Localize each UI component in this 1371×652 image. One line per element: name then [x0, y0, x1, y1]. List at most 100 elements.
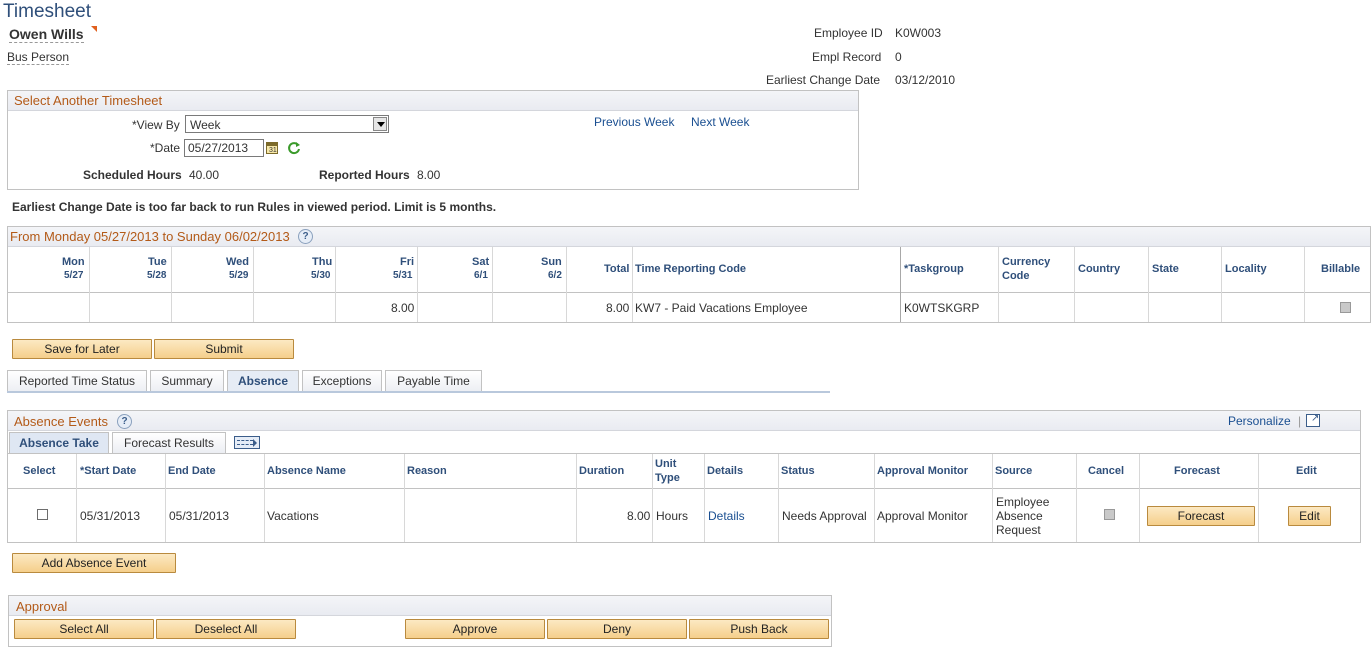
personalize-link[interactable]: Personalize: [1228, 414, 1291, 428]
col-header-select: Select: [23, 465, 56, 477]
view-by-select[interactable]: Week: [185, 115, 389, 133]
absence-col-divider: [264, 454, 265, 542]
trc-cell[interactable]: KW7 - Paid Vacations Employee: [635, 301, 808, 315]
approval-title: Approval: [16, 599, 68, 614]
absence-events-header: Absence Events ? Personalize | ↗: [8, 411, 1360, 431]
tab-absence[interactable]: Absence: [227, 370, 299, 392]
col-header-unit-type: Type: [655, 472, 680, 484]
calendar-icon[interactable]: 31: [266, 142, 278, 154]
col-header-state: State: [1152, 263, 1179, 275]
chevron-down-icon[interactable]: [373, 117, 387, 131]
col-header-fri-date: 5/31: [393, 270, 413, 281]
col-header-tue-date: 5/28: [147, 270, 167, 281]
col-header-absence-name: Absence Name: [267, 465, 346, 477]
empl-record-label: Empl Record: [812, 50, 882, 64]
select-all-button[interactable]: Select All: [14, 619, 154, 639]
taskgroup-cell[interactable]: K0WTSKGRP: [904, 301, 979, 315]
tab-label: Reported Time Status: [18, 374, 136, 388]
push-back-button[interactable]: Push Back: [689, 619, 829, 639]
col-header-thu: Thu: [312, 256, 333, 268]
reported-hours-value: 8.00: [417, 168, 441, 182]
earliest-change-value: 03/12/2010: [895, 73, 956, 87]
absence-col-divider: [704, 454, 705, 542]
earliest-change-label: Earliest Change Date: [766, 73, 881, 87]
grid-col-divider: [1148, 247, 1149, 322]
col-header-sun-date: 6/2: [548, 270, 562, 281]
deselect-all-button[interactable]: Deselect All: [156, 619, 296, 639]
save-for-later-button[interactable]: Save for Later: [12, 339, 152, 359]
grid-col-divider: [1221, 247, 1222, 322]
grid-col-divider: [998, 247, 999, 322]
deny-button[interactable]: Deny: [547, 619, 687, 639]
refresh-icon[interactable]: [287, 141, 301, 155]
subtab-absence-take[interactable]: Absence Take: [9, 432, 109, 453]
col-header-sun: Sun: [541, 256, 562, 268]
tab-summary[interactable]: Summary: [150, 370, 224, 392]
subtab-forecast-results[interactable]: Forecast Results: [112, 432, 226, 453]
absence-col-divider: [778, 454, 779, 542]
col-header-taskgroup: *Taskgroup: [904, 263, 964, 275]
col-header-unit: Unit: [655, 458, 677, 470]
forecast-button[interactable]: Forecast: [1147, 506, 1255, 526]
absence-events-title: Absence Events: [14, 414, 108, 429]
tab-payable-time[interactable]: Payable Time: [385, 370, 482, 392]
related-content-flag-icon[interactable]: [91, 26, 97, 32]
submit-button[interactable]: Submit: [154, 339, 294, 359]
grid-col-divider: [900, 247, 901, 322]
col-header-wed-date: 5/29: [229, 270, 249, 281]
absence-col-divider: [874, 454, 875, 542]
grid-col-divider: [1074, 247, 1075, 322]
absence-col-divider: [1139, 454, 1140, 542]
approval-monitor-cell: Approval Monitor: [877, 509, 968, 523]
col-header-sat: Sat: [472, 256, 490, 268]
next-week-link[interactable]: Next Week: [691, 115, 749, 129]
add-absence-event-button[interactable]: Add Absence Event: [12, 553, 176, 573]
absence-col-divider: [992, 454, 993, 542]
show-all-columns-icon[interactable]: [234, 436, 260, 449]
col-header-reason: Reason: [407, 465, 447, 477]
new-window-icon[interactable]: ↗: [1306, 413, 1320, 427]
edit-button[interactable]: Edit: [1288, 506, 1331, 526]
col-header-duration: Duration: [579, 465, 625, 477]
select-checkbox[interactable]: [37, 509, 48, 520]
absence-name-cell: Vacations: [267, 509, 319, 523]
duration-cell: 8.00: [627, 509, 651, 523]
absence-col-divider: [404, 454, 405, 542]
absence-col-divider: [1258, 454, 1259, 542]
col-header-forecast: Forecast: [1174, 465, 1220, 477]
tab-label: Summary: [161, 374, 213, 388]
col-header-country: Country: [1078, 263, 1121, 275]
help-icon[interactable]: ?: [298, 229, 313, 244]
grid-col-divider: [632, 247, 633, 322]
period-title: From Monday 05/27/2013 to Sunday 06/02/2…: [10, 229, 290, 244]
grid-col-divider: [171, 247, 172, 322]
col-header-thu-date: 5/30: [311, 270, 331, 281]
tab-reported-time-status[interactable]: Reported Time Status: [7, 370, 147, 392]
col-header-approval-monitor: Approval Monitor: [877, 465, 969, 477]
previous-week-link[interactable]: Previous Week: [594, 115, 674, 129]
details-link[interactable]: Details: [708, 509, 745, 523]
status-cell: Needs Approval: [782, 509, 867, 523]
date-input[interactable]: 05/27/2013: [184, 139, 264, 157]
timesheet-grid-header: From Monday 05/27/2013 to Sunday 06/02/2…: [8, 227, 1370, 247]
col-header-billable: Billable: [1321, 263, 1361, 275]
grid-header-divider: [8, 292, 1371, 293]
col-header-trc: Time Reporting Code: [635, 263, 747, 275]
fri-hours-cell[interactable]: 8.00: [391, 301, 414, 315]
subtab-label: Forecast Results: [123, 436, 215, 450]
tab-exceptions[interactable]: Exceptions: [302, 370, 382, 392]
tab-label: Absence: [237, 374, 289, 388]
col-header-source: Source: [995, 465, 1033, 477]
col-header-currency-code: Code: [1002, 270, 1030, 282]
employee-name[interactable]: Owen Wills: [9, 26, 84, 43]
employee-id-value: K0W003: [895, 26, 942, 40]
employee-role[interactable]: Bus Person: [7, 50, 70, 65]
absence-col-divider: [576, 454, 577, 542]
help-icon[interactable]: ?: [117, 414, 132, 429]
source-cell-line-2: Absence: [996, 509, 1043, 523]
approve-button[interactable]: Approve: [405, 619, 545, 639]
start-date-cell: 05/31/2013: [80, 509, 141, 523]
tab-label: Exceptions: [312, 374, 372, 388]
absence-grid-top: [8, 453, 1361, 454]
col-header-edit: Edit: [1296, 465, 1317, 477]
